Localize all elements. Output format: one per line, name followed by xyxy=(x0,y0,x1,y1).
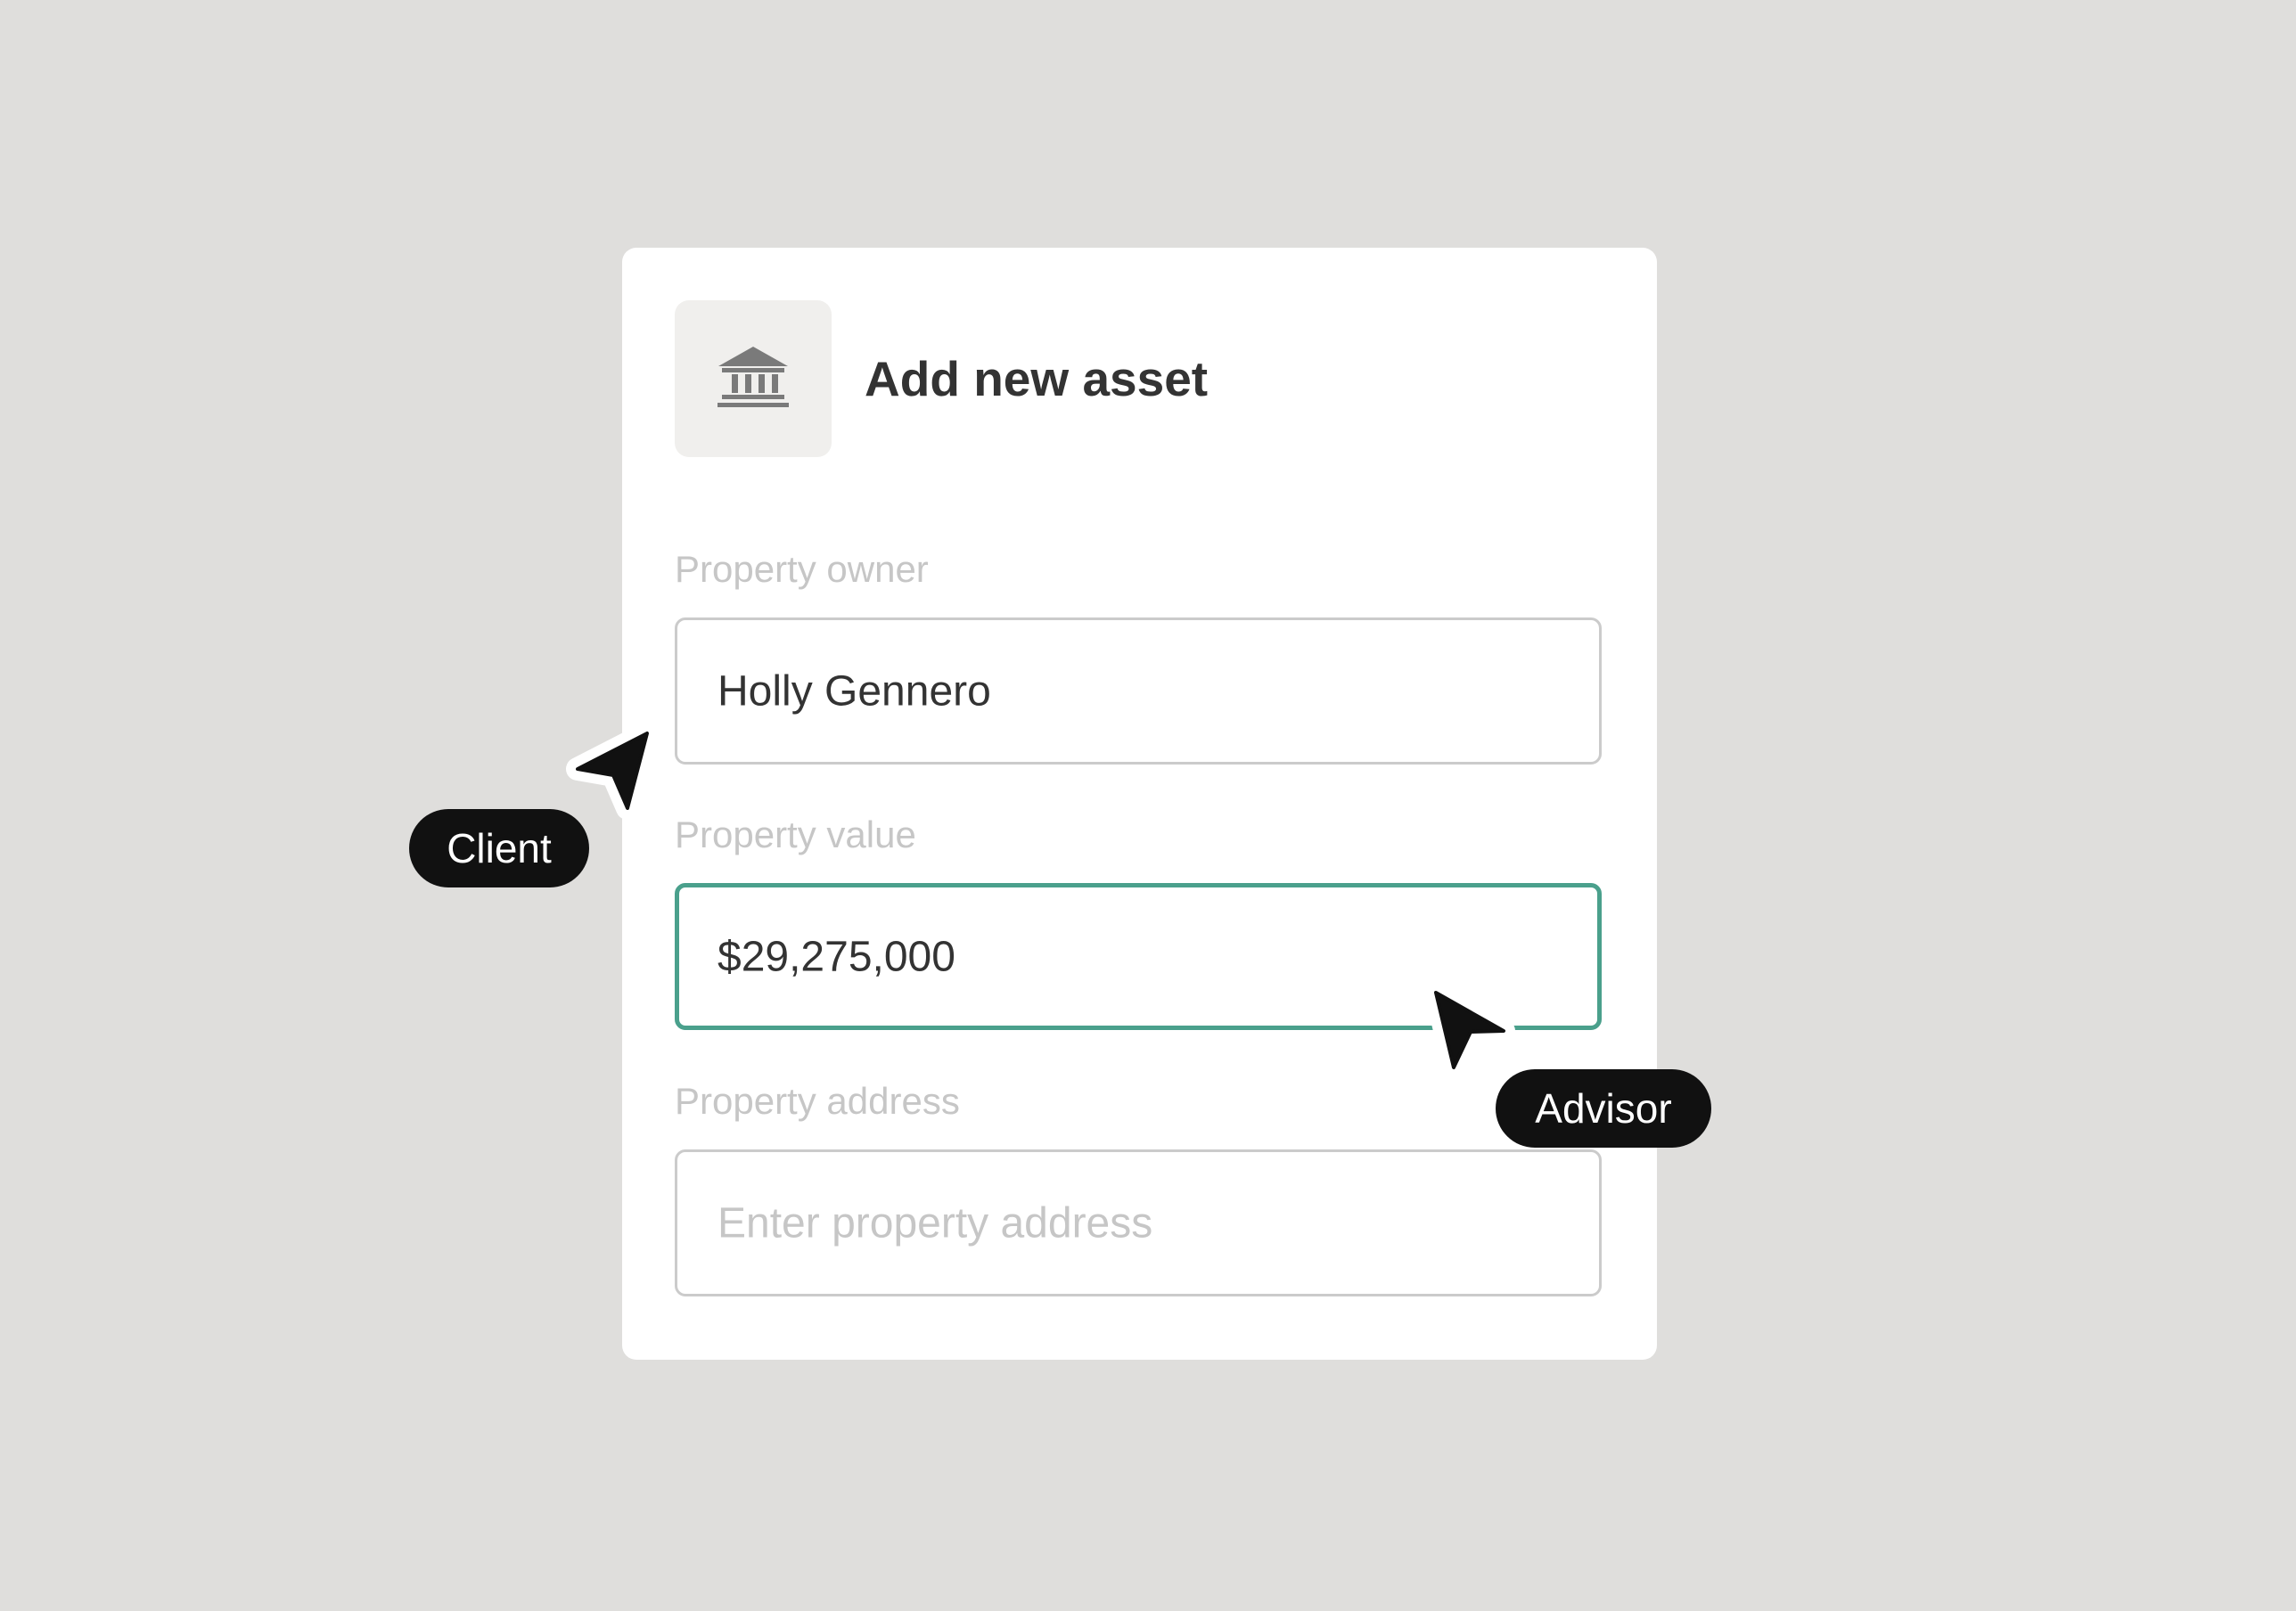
dialog-title: Add new asset xyxy=(865,351,1209,406)
property-owner-label: Property owner xyxy=(675,548,929,590)
property-owner-value: Holly Gennero xyxy=(718,667,991,715)
asset-icon-tile xyxy=(675,300,832,457)
property-address-label: Property address xyxy=(675,1080,960,1122)
property-owner-input[interactable]: Holly Gennero xyxy=(675,617,1602,765)
add-asset-card: Add new asset Property owner Holly Genne… xyxy=(622,248,1657,1360)
property-address-input[interactable]: Enter property address xyxy=(675,1149,1602,1296)
property-address-placeholder: Enter property address xyxy=(718,1199,1153,1247)
property-value-label: Property value xyxy=(675,814,916,855)
advisor-cursor-label: Advisor xyxy=(1496,1069,1711,1148)
client-cursor-label: Client xyxy=(409,809,589,887)
bank-icon xyxy=(718,347,789,407)
advisor-pointer-cursor-icon xyxy=(1424,981,1515,1079)
property-value-value: $29,275,000 xyxy=(718,933,955,980)
